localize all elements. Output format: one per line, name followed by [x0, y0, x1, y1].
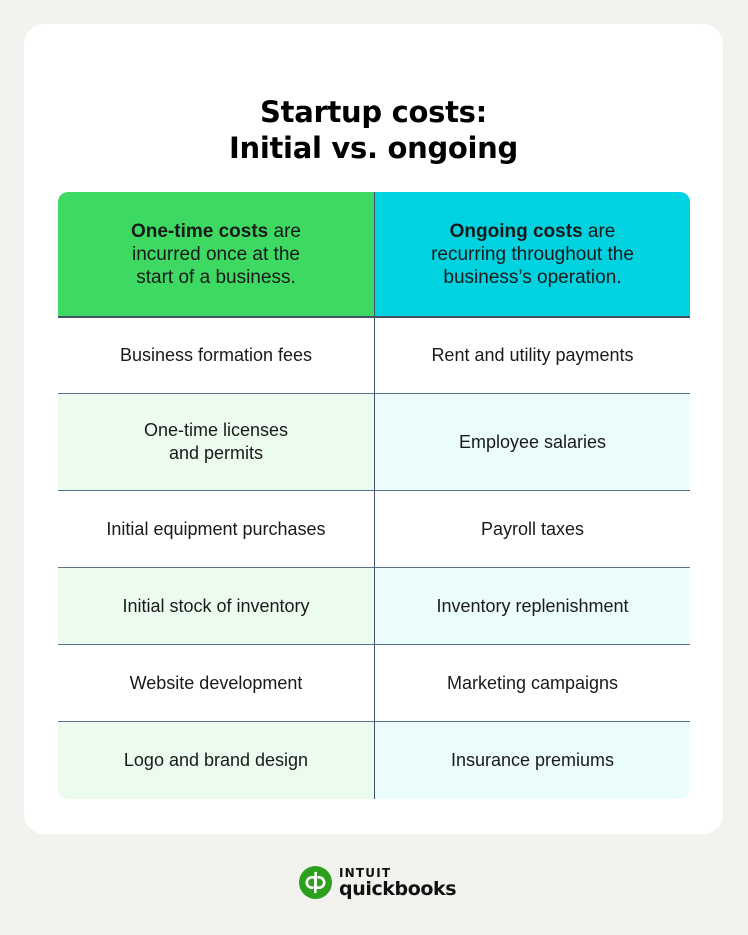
one-time-cost-line2: and permits — [168, 443, 264, 463]
one-time-cost-cell: Website development — [58, 645, 374, 722]
title-line-2: Initial vs. ongoing — [229, 131, 518, 165]
table-header-row: One-time costs are incurred once at the … — [58, 192, 690, 318]
header-one-time-line3: start of a business. — [136, 266, 296, 288]
table-row: Initial stock of inventory Inventory rep… — [58, 568, 690, 645]
title-line-1: Startup costs: — [260, 95, 487, 129]
header-ongoing-line3: business’s operation. — [443, 266, 622, 288]
table-row: Website development Marketing campaigns — [58, 645, 690, 722]
quickbooks-product-text: quickbooks — [339, 877, 457, 900]
table-row: Initial equipment purchases Payroll taxe… — [58, 491, 690, 568]
header-one-time-rest: are — [268, 220, 301, 242]
header-ongoing-line2: recurring throughout the — [431, 243, 634, 265]
ongoing-cost-cell: Insurance premiums — [374, 722, 690, 799]
header-one-time-line2: incurred once at the — [132, 243, 300, 265]
ongoing-cost-cell: Rent and utility payments — [374, 318, 690, 394]
header-ongoing-bold: Ongoing costs — [449, 220, 583, 242]
one-time-cost-line1: One-time licenses — [143, 420, 289, 440]
ongoing-cost-cell: Marketing campaigns — [374, 645, 690, 722]
table-row: One-time licenses and permits Employee sa… — [58, 394, 690, 491]
table-row: Logo and brand design Insurance premiums — [58, 722, 690, 799]
header-ongoing-rest: are — [582, 220, 616, 242]
comparison-table: One-time costs are incurred once at the … — [58, 192, 690, 799]
one-time-cost-cell: Logo and brand design — [58, 722, 374, 799]
quickbooks-logo-icon — [299, 866, 332, 899]
header-ongoing-costs: Ongoing costs are recurring throughout t… — [374, 192, 690, 318]
one-time-cost-cell: Business formation fees — [58, 318, 374, 394]
table-row: Business formation fees Rent and utility… — [58, 318, 690, 394]
intuit-quickbooks-logo: INTUIT quickbooks — [299, 865, 457, 900]
header-one-time-costs: One-time costs are incurred once at the … — [58, 192, 374, 318]
one-time-cost-cell: One-time licenses and permits — [58, 394, 374, 491]
ongoing-cost-cell: Employee salaries — [374, 394, 690, 491]
ongoing-cost-cell: Payroll taxes — [374, 491, 690, 568]
page-title: Startup costs: Initial vs. ongoing — [24, 94, 723, 166]
header-one-time-bold: One-time costs — [130, 220, 269, 242]
one-time-cost-cell: Initial equipment purchases — [58, 491, 374, 568]
ongoing-cost-cell: Inventory replenishment — [374, 568, 690, 645]
intuit-brand-text: INTUIT — [339, 865, 392, 880]
one-time-cost-cell: Initial stock of inventory — [58, 568, 374, 645]
